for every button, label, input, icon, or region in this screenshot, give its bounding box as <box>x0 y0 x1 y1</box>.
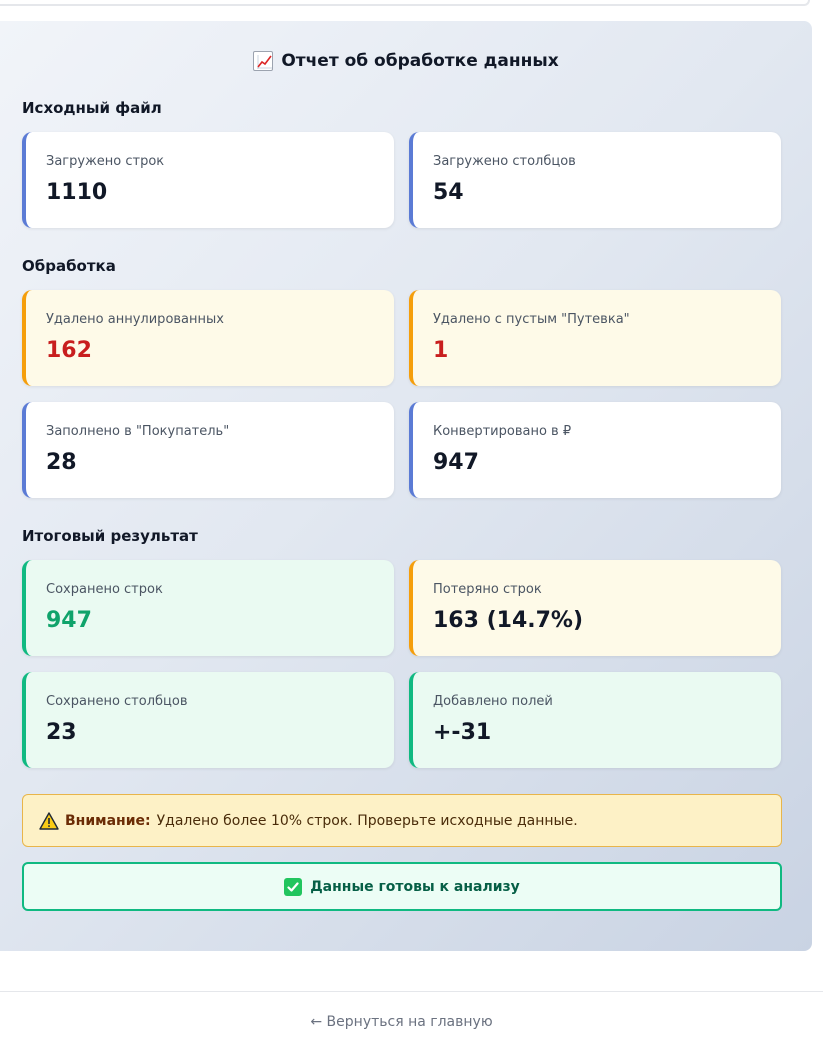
stat-value: 1 <box>433 338 449 363</box>
stat-card-rows-kept: Сохранено строк 947 <box>22 560 394 656</box>
stat-value: 23 <box>46 720 77 745</box>
section-title-processing: Обработка <box>22 257 116 275</box>
chart-increasing-icon <box>253 51 274 71</box>
stat-card-filled-buyer: Заполнено в "Покупатель" 28 <box>22 402 394 498</box>
stat-card-rows-loaded: Загружено строк 1110 <box>22 132 394 228</box>
stat-label: Загружено строк <box>46 154 165 169</box>
warning-icon <box>39 811 59 830</box>
alert-message: Удалено более 10% строк. Проверьте исход… <box>156 812 578 829</box>
stat-label: Загружено столбцов <box>433 154 576 169</box>
previous-section-edge <box>0 0 810 6</box>
ready-status: Данные готовы к анализу <box>22 862 782 911</box>
report-title: Отчет об обработке данных <box>0 51 812 71</box>
stat-value: 28 <box>46 450 77 475</box>
back-to-home-link[interactable]: ← Вернуться на главную <box>0 1014 803 1030</box>
stat-value: 947 <box>46 608 92 633</box>
warning-alert: Внимание: Удалено более 10% строк. Прове… <box>22 794 782 847</box>
stat-card-rows-lost: Потеряно строк 163 (14.7%) <box>409 560 781 656</box>
stat-label: Сохранено столбцов <box>46 694 188 709</box>
section-title-result: Итоговый результат <box>22 527 198 545</box>
stat-card-removed-cancelled: Удалено аннулированных 162 <box>22 290 394 386</box>
footer-divider <box>0 991 823 992</box>
stat-label: Сохранено строк <box>46 582 163 597</box>
stat-label: Удалено аннулированных <box>46 312 224 327</box>
stat-card-fields-added: Добавлено полей +-31 <box>409 672 781 768</box>
stat-value: 947 <box>433 450 479 475</box>
stat-value: 163 (14.7%) <box>433 608 584 633</box>
report-panel: Отчет об обработке данных Исходный файл … <box>0 21 812 951</box>
stat-card-columns-kept: Сохранено столбцов 23 <box>22 672 394 768</box>
stat-card-columns-loaded: Загружено столбцов 54 <box>409 132 781 228</box>
stat-label: Конвертировано в ₽ <box>433 424 572 439</box>
stat-value: 162 <box>46 338 92 363</box>
ready-status-text: Данные готовы к анализу <box>310 878 520 895</box>
stat-value: +-31 <box>433 720 492 745</box>
stat-label: Добавлено полей <box>433 694 553 709</box>
stat-label: Заполнено в "Покупатель" <box>46 424 230 439</box>
section-title-source: Исходный файл <box>22 99 162 117</box>
stat-label: Удалено с пустым "Путевка" <box>433 312 630 327</box>
stat-card-converted-rub: Конвертировано в ₽ 947 <box>409 402 781 498</box>
stat-label: Потеряно строк <box>433 582 542 597</box>
check-mark-icon <box>284 877 303 896</box>
stat-value: 54 <box>433 180 464 205</box>
stat-value: 1110 <box>46 180 108 205</box>
stat-card-removed-empty-voucher: Удалено с пустым "Путевка" 1 <box>409 290 781 386</box>
alert-title: Внимание: <box>65 812 151 829</box>
report-title-text: Отчет об обработке данных <box>281 51 559 71</box>
